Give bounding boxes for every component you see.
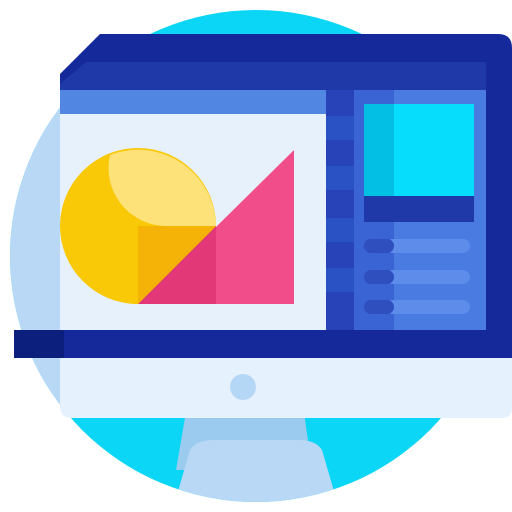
design-monitor-icon: [0, 0, 512, 512]
tool-button[interactable]: [326, 166, 354, 190]
property-sliders: [364, 239, 470, 314]
slider-track[interactable]: [386, 239, 470, 253]
tool-button[interactable]: [326, 116, 354, 140]
color-preview-swatch[interactable]: [394, 104, 474, 196]
window-titlebar: [60, 90, 326, 114]
monitor-frame-shadow: [14, 330, 64, 358]
slider-track[interactable]: [386, 300, 470, 314]
power-button-icon[interactable]: [230, 374, 256, 400]
slider-knob[interactable]: [364, 300, 394, 314]
color-preview-shade: [364, 104, 394, 196]
monitor-chin: [60, 358, 512, 418]
tool-button[interactable]: [326, 218, 354, 242]
slider-knob[interactable]: [364, 239, 394, 253]
monitor-stand-base: [172, 440, 340, 502]
slider-knob[interactable]: [364, 270, 394, 284]
design-monitor-illustration: [10, 10, 512, 502]
color-preview-bar: [364, 196, 474, 222]
slider-track[interactable]: [386, 270, 470, 284]
tool-button[interactable]: [326, 268, 354, 292]
monitor-left-edge: [10, 90, 70, 420]
monitor-bezel-top: [60, 62, 486, 90]
